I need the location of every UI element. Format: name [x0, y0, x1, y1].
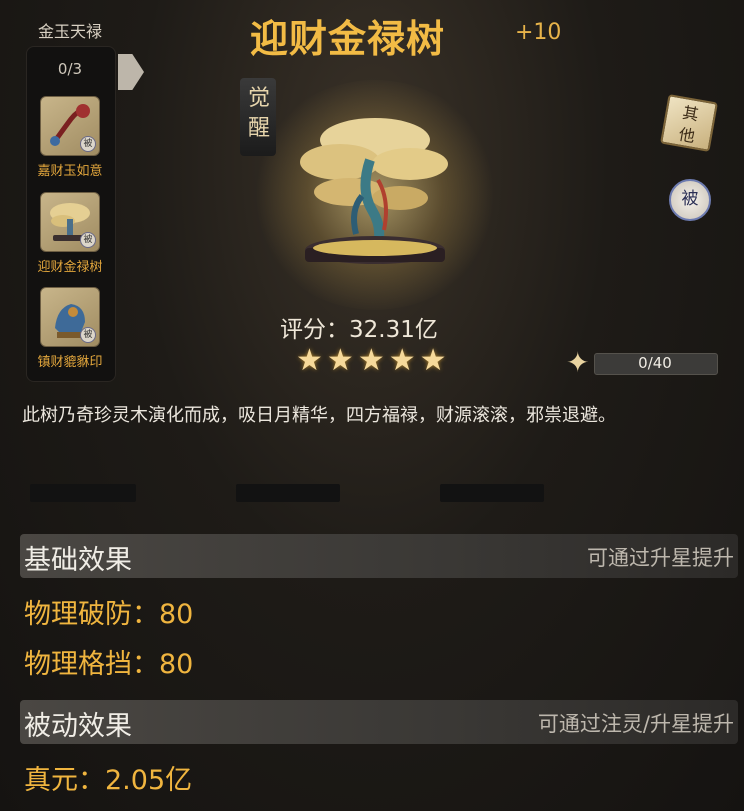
awaken-badge[interactable]: 觉醒 [240, 78, 276, 156]
passive-tag: 被 [80, 136, 96, 152]
set-item-label: 嘉财玉如意 [37, 164, 103, 179]
other-button[interactable]: 其他 [660, 94, 718, 152]
expand-arrow-icon[interactable] [118, 54, 144, 90]
passive-effects-hint: 可通过注灵/升星提升 [537, 712, 734, 736]
bonsai-tree-image [300, 118, 448, 264]
set-item-label: 镇财貔貅印 [37, 355, 103, 370]
passive-tag: 被 [80, 327, 96, 343]
star-icon: ★ [419, 343, 447, 378]
passive-tag: 被 [80, 232, 96, 248]
fragment-count: 0/40 [638, 354, 672, 372]
set-item-label: 迎财金禄树 [37, 260, 103, 275]
base-stat-physical-block: 物理格挡：80 [24, 649, 194, 680]
item-title: 迎财金禄树 [250, 17, 446, 61]
star-icon: ★ [388, 343, 416, 378]
star-icon: ★ [357, 343, 385, 378]
passive-stat-zhenyuan: 真元：2.05亿 [24, 765, 193, 796]
base-stat-physical-break: 物理破防：80 [24, 599, 194, 630]
set-item-ruyi-icon[interactable]: 被 [40, 96, 100, 156]
passive-button[interactable]: 被 [669, 179, 711, 221]
set-count: 0/3 [57, 60, 83, 78]
divider-strip [440, 484, 544, 502]
divider-strip [30, 484, 136, 502]
other-label: 其他 [677, 102, 701, 147]
fragment-puzzle-icon: ✦ [566, 346, 590, 379]
base-effects-hint: 可通过升星提升 [587, 546, 734, 570]
rating-score: 评分：32.31亿 [280, 317, 438, 343]
star-rating: ★ ★ ★ ★ ★ [296, 346, 447, 376]
set-item-tree-icon[interactable]: 被 [40, 192, 100, 252]
passive-effects-title: 被动效果 [24, 711, 132, 742]
divider-strip [236, 484, 340, 502]
base-effects-title: 基础效果 [24, 545, 132, 576]
star-icon: ★ [326, 343, 354, 378]
set-title: 金玉天禄 [37, 22, 102, 41]
enhance-level: +10 [515, 20, 562, 45]
item-description: 此树乃奇珍灵木演化而成，吸日月精华，四方福禄，财源滚滚，邪祟退避。 [22, 405, 616, 426]
star-icon: ★ [296, 343, 323, 378]
awaken-label: 觉醒 [248, 86, 271, 141]
set-item-pixiu-seal-icon[interactable]: 被 [40, 287, 100, 347]
